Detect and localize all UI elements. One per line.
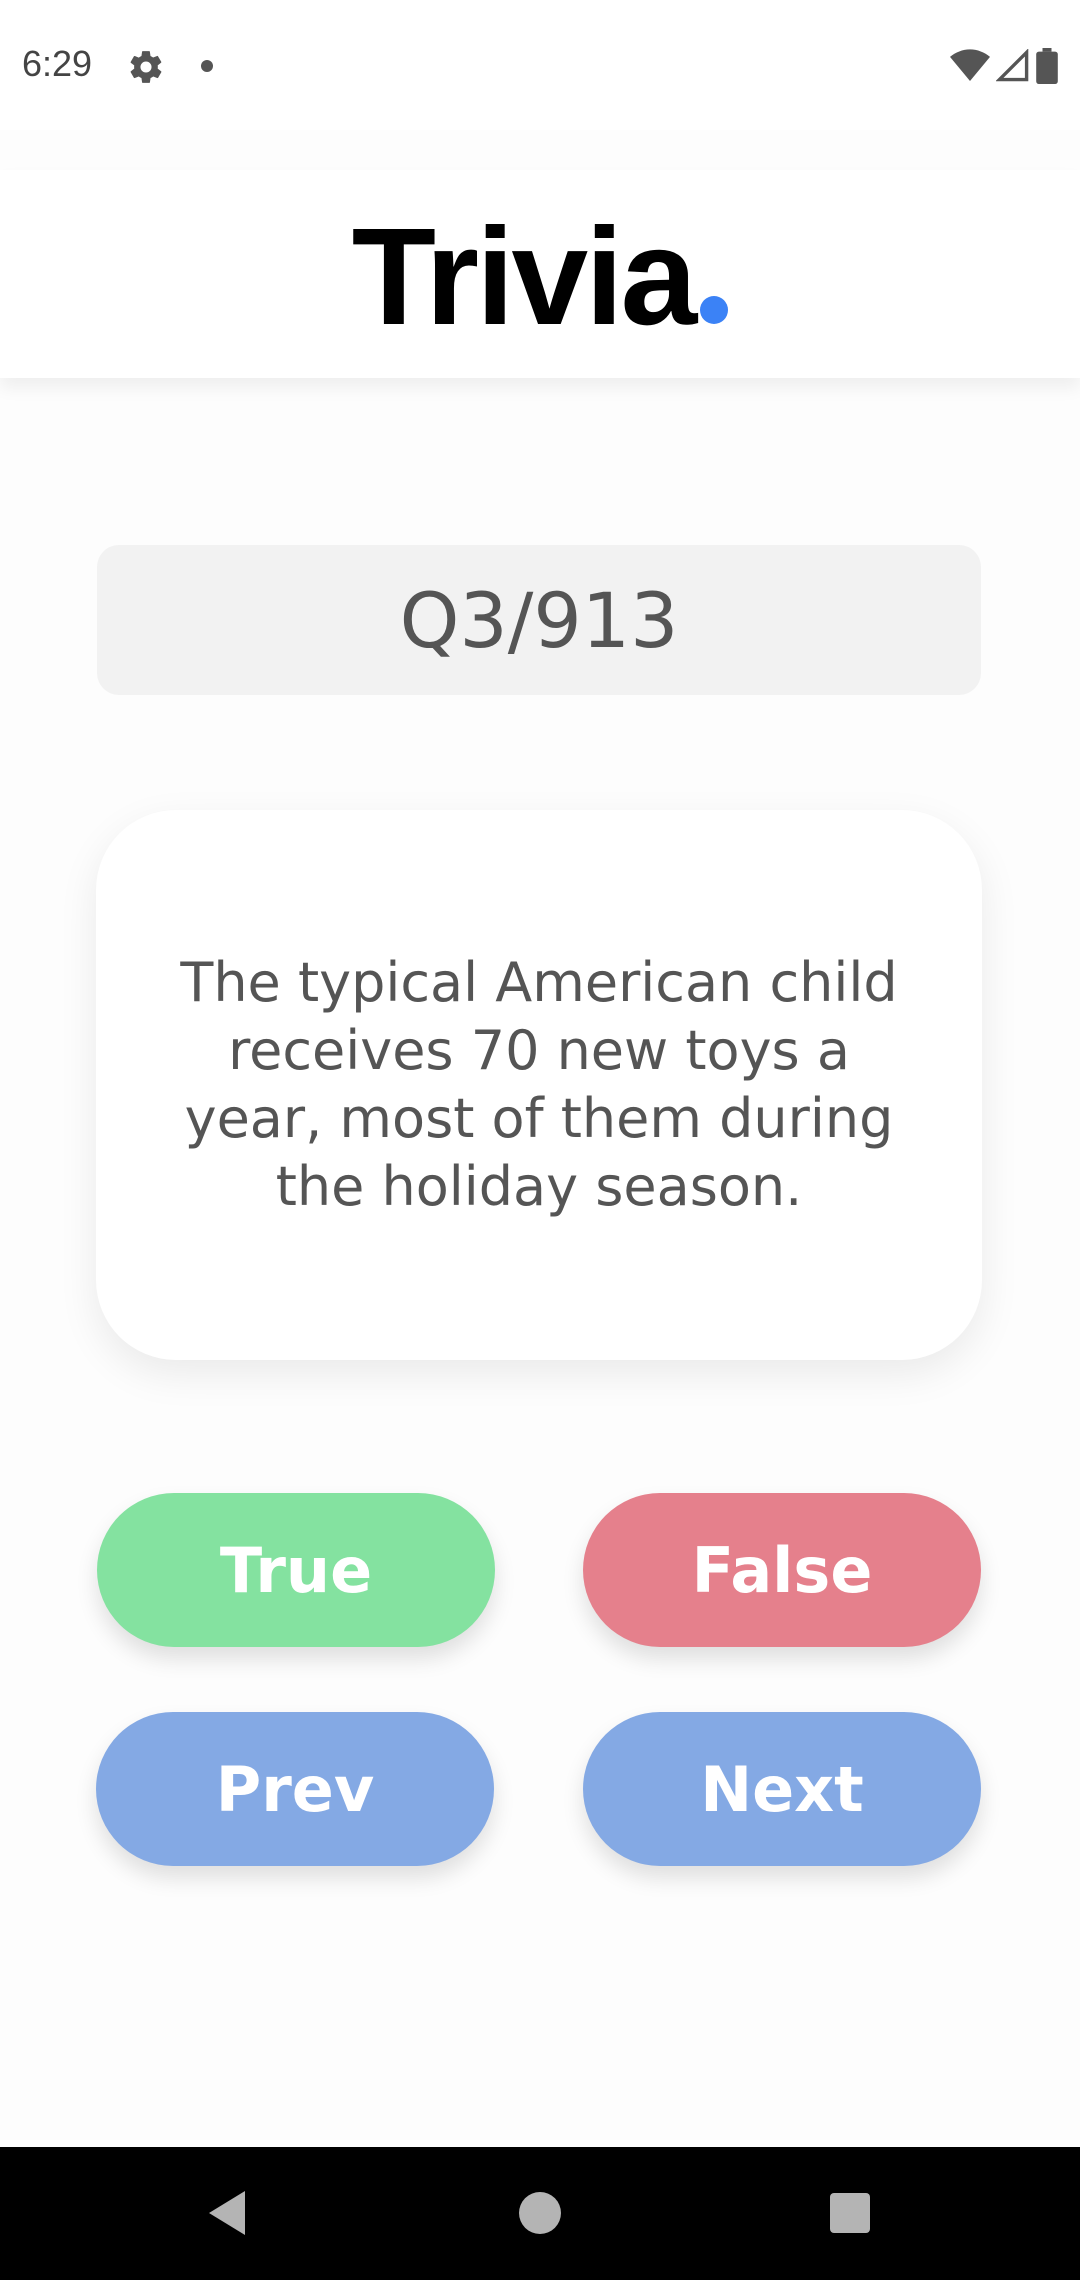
app-screen: 6:29 Trivia Q3/913 The typical American <box>0 0 1080 2280</box>
status-time: 6:29 <box>22 43 93 84</box>
next-button[interactable]: Next <box>583 1712 981 1866</box>
gear-icon <box>130 51 162 83</box>
recents-icon[interactable] <box>830 2193 870 2233</box>
status-indicators <box>950 46 1058 86</box>
app-header: Trivia <box>0 170 1080 378</box>
next-button-label: Next <box>700 1752 864 1826</box>
back-icon[interactable] <box>205 2189 249 2237</box>
brand-logo: Trivia <box>352 208 729 346</box>
brand-dot-icon <box>700 296 729 324</box>
prev-button[interactable]: Prev <box>96 1712 494 1866</box>
notification-dot-icon <box>201 60 213 72</box>
question-counter-text: Q3/913 <box>399 575 679 665</box>
false-button[interactable]: False <box>583 1493 981 1647</box>
true-button[interactable]: True <box>97 1493 495 1647</box>
true-button-label: True <box>219 1533 373 1607</box>
brand-title: Trivia <box>351 200 698 354</box>
signal-icon <box>996 49 1029 82</box>
false-button-label: False <box>691 1533 873 1607</box>
question-counter: Q3/913 <box>97 545 981 695</box>
wifi-icon <box>950 49 990 81</box>
home-icon[interactable] <box>519 2192 561 2234</box>
prev-button-label: Prev <box>215 1752 375 1826</box>
system-nav-bar <box>0 2147 1080 2280</box>
status-bar: 6:29 <box>0 0 1080 130</box>
question-text: The typical American child receives 70 n… <box>180 951 898 1218</box>
question-card: The typical American child receives 70 n… <box>96 810 982 1360</box>
battery-icon <box>1036 48 1058 84</box>
